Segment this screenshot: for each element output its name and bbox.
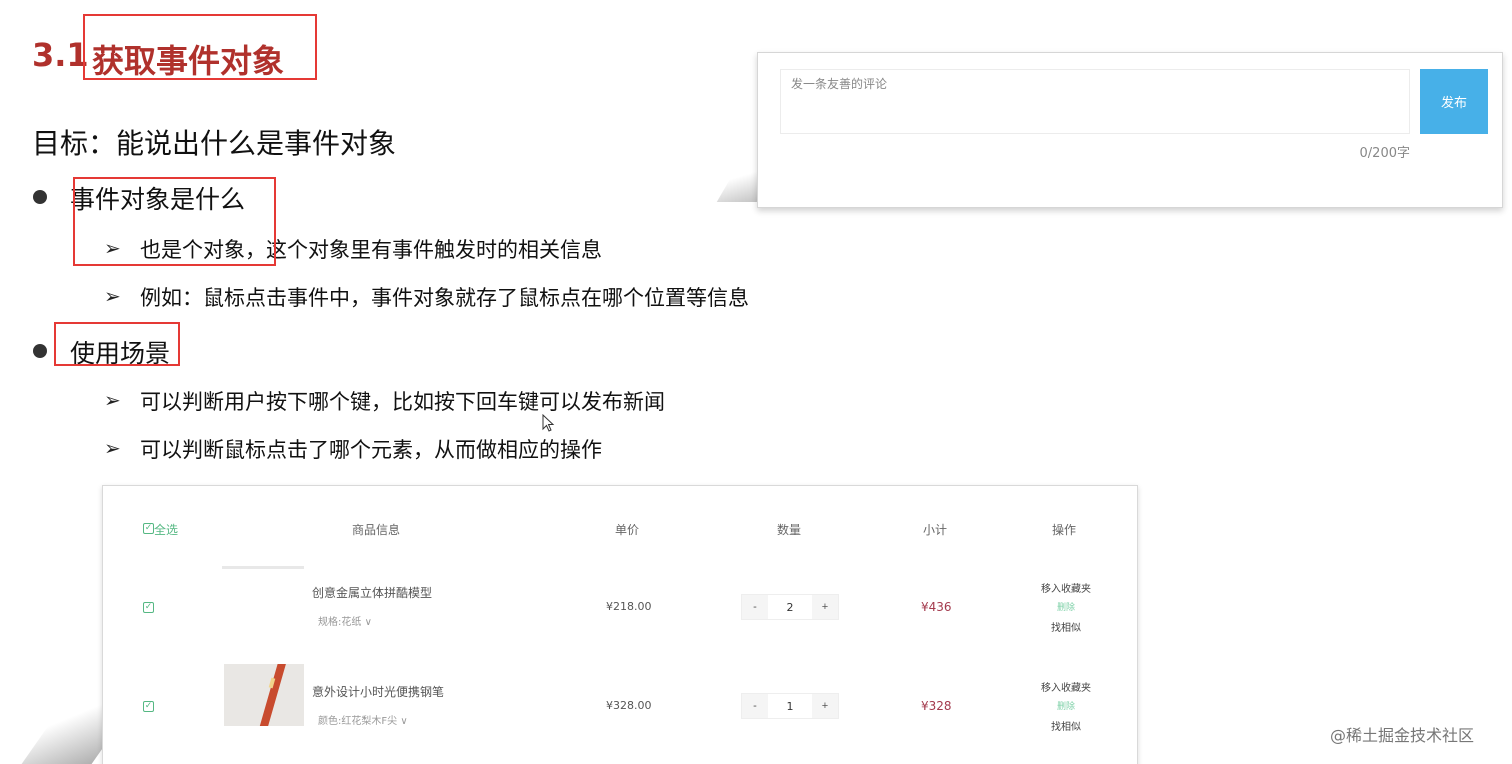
decrement-button[interactable]: -: [742, 694, 768, 718]
row-checkbox[interactable]: ✓: [143, 701, 154, 712]
quantity-stepper: - 2 +: [741, 594, 839, 620]
decrement-button[interactable]: -: [742, 595, 768, 619]
sub-point: 可以判断用户按下哪个键，比如按下回车键可以发布新闻: [140, 390, 665, 414]
char-counter: 0/200字: [1359, 146, 1410, 161]
product-name[interactable]: 创意金属立体拼酷模型: [312, 584, 432, 601]
product-spec-text: 规格:花纸: [318, 617, 362, 628]
chevron-down-icon: ∨: [400, 716, 408, 727]
header-quantity: 数量: [777, 523, 802, 537]
title-number: 3.1: [32, 36, 89, 74]
move-to-favorites-link[interactable]: 移入收藏夹: [1031, 679, 1101, 694]
arrow-icon: ➢: [104, 388, 121, 412]
sub-point: 例如：鼠标点击事件中，事件对象就存了鼠标点在哪个位置等信息: [140, 286, 749, 310]
publish-button[interactable]: 发布: [1420, 69, 1488, 134]
title-highlight-box: [83, 14, 317, 80]
subtotal: ¥436: [921, 600, 952, 614]
header-actions: 操作: [1052, 523, 1077, 537]
delete-link[interactable]: 删除: [1031, 600, 1101, 613]
increment-button[interactable]: +: [812, 595, 838, 619]
pen-shape: [257, 664, 287, 726]
quantity-stepper: - 1 +: [741, 693, 839, 719]
product-spec[interactable]: 规格:花纸 ∨: [318, 613, 372, 628]
header-unit-price: 单价: [615, 523, 640, 537]
highlight-box: [73, 177, 276, 266]
bullet-dot: [33, 344, 47, 358]
unit-price: ¥328.00: [606, 699, 652, 712]
watermark: @稀土掘金技术社区: [1330, 726, 1475, 745]
highlight-box: [54, 322, 180, 366]
chevron-down-icon: ∨: [364, 617, 372, 628]
mouse-cursor-icon: [542, 414, 555, 432]
product-image[interactable]: [224, 664, 304, 726]
arrow-icon: ➢: [104, 436, 121, 460]
comment-placeholder: 发一条友善的评论: [791, 77, 888, 91]
header-product: 商品信息: [352, 523, 401, 537]
goal-text: 目标：能说出什么是事件对象: [32, 127, 397, 160]
product-thumbnail: [222, 566, 304, 569]
subtotal: ¥328: [921, 699, 952, 713]
move-to-favorites-link[interactable]: 移入收藏夹: [1031, 580, 1101, 595]
row-checkbox[interactable]: ✓: [143, 602, 154, 613]
quantity-value[interactable]: 1: [768, 694, 812, 718]
product-spec[interactable]: 颜色:红花梨木F尖 ∨: [318, 712, 408, 727]
product-spec-text: 颜色:红花梨木F尖: [318, 716, 398, 727]
unit-price: ¥218.00: [606, 600, 652, 613]
select-all-label: 全选: [154, 523, 179, 537]
select-all-checkbox[interactable]: ✓: [143, 523, 154, 534]
header-subtotal: 小计: [923, 523, 948, 537]
increment-button[interactable]: +: [812, 694, 838, 718]
delete-link[interactable]: 删除: [1031, 699, 1101, 712]
bullet-dot: [33, 190, 47, 204]
sub-point: 可以判断鼠标点击了哪个元素，从而做相应的操作: [140, 438, 602, 462]
find-similar-link[interactable]: 找相似: [1031, 718, 1101, 733]
find-similar-link[interactable]: 找相似: [1031, 619, 1101, 634]
quantity-value[interactable]: 2: [768, 595, 812, 619]
product-name[interactable]: 意外设计小时光便携钢笔: [312, 683, 444, 700]
arrow-icon: ➢: [104, 284, 121, 308]
